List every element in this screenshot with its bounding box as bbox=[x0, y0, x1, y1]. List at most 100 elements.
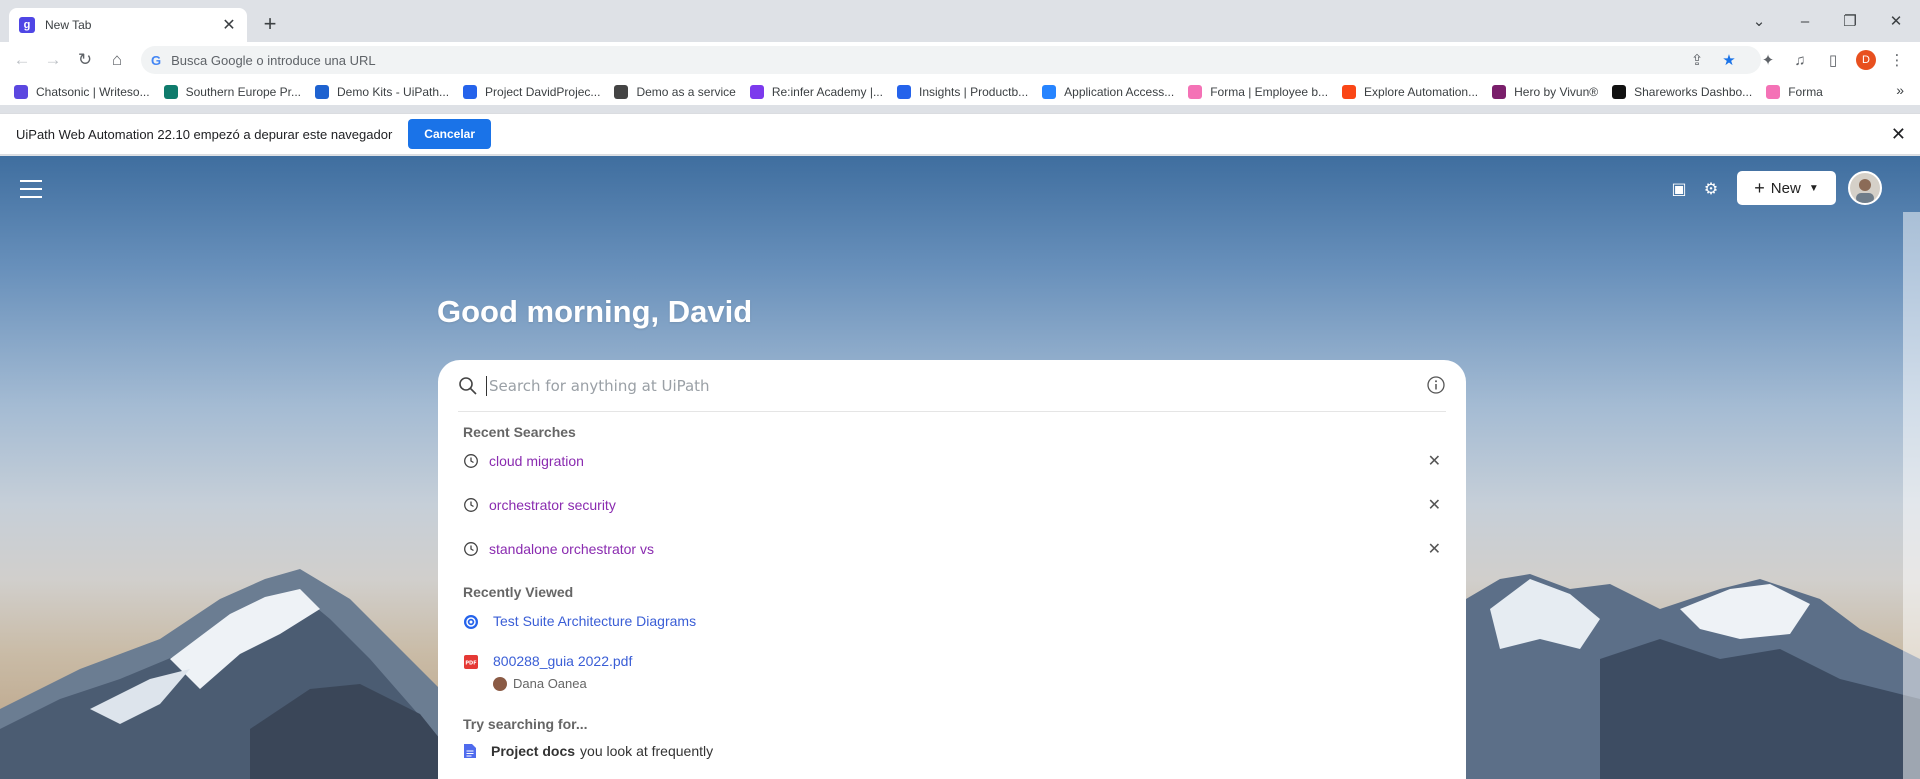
bookmark-favicon-icon bbox=[896, 84, 911, 99]
cancel-button[interactable]: Cancelar bbox=[408, 119, 491, 149]
suggestion-bold: Project docs bbox=[491, 743, 576, 759]
bookmark-item[interactable]: Application Access... bbox=[1042, 84, 1175, 99]
bookmark-item[interactable]: Insights | Productb... bbox=[896, 84, 1029, 99]
recent-search-text: cloud migration bbox=[489, 453, 584, 469]
hamburger-menu-icon[interactable] bbox=[20, 180, 42, 198]
bookmark-label: Explore Automation... bbox=[1364, 84, 1479, 99]
bookmark-label: Hero by Vivun® bbox=[1514, 84, 1599, 99]
bookmark-label: Re:infer Academy |... bbox=[771, 84, 883, 99]
bookmark-label: Demo as a service bbox=[636, 84, 736, 99]
address-placeholder: Busca Google o introduce una URL bbox=[171, 52, 376, 68]
bookmark-star-icon[interactable]: ★ bbox=[1717, 48, 1741, 72]
svg-text:PDF: PDF bbox=[465, 661, 476, 667]
search-panel: Recent Searches cloud migration ✕ orches… bbox=[438, 360, 1466, 779]
bookmark-label: Chatsonic | Writeso... bbox=[36, 84, 150, 99]
address-bar[interactable]: G Busca Google o introduce una URL bbox=[141, 46, 1761, 74]
bookmark-item[interactable]: Explore Automation... bbox=[1342, 84, 1479, 99]
tab-close-icon[interactable]: ✕ bbox=[221, 15, 237, 35]
clock-icon bbox=[464, 454, 478, 468]
restore-button[interactable]: ❐ bbox=[1838, 10, 1862, 34]
bookmark-label: Forma | Employee b... bbox=[1210, 84, 1329, 99]
bookmark-favicon-icon bbox=[1612, 84, 1627, 99]
recent-search-item[interactable]: cloud migration ✕ bbox=[463, 447, 1451, 475]
tab-favicon-icon: g bbox=[19, 17, 35, 33]
bookmark-label: Southern Europe Pr... bbox=[185, 84, 302, 99]
bookmark-item[interactable]: Demo Kits - UiPath... bbox=[315, 84, 450, 99]
info-icon[interactable] bbox=[1426, 375, 1446, 395]
bookmark-item[interactable]: Project DavidProjec... bbox=[463, 84, 601, 99]
more-bookmarks-icon[interactable]: » bbox=[1896, 82, 1904, 98]
media-control-icon[interactable]: ♫ bbox=[1788, 48, 1812, 72]
minimize-button[interactable]: – bbox=[1793, 10, 1817, 34]
tab-title: New Tab bbox=[45, 18, 92, 32]
remove-search-icon[interactable]: ✕ bbox=[1428, 495, 1441, 515]
bookmark-item[interactable]: Demo as a service bbox=[614, 84, 736, 99]
pdf-icon: PDF bbox=[464, 655, 478, 669]
bookmark-favicon-icon bbox=[1492, 84, 1507, 99]
recently-viewed-item[interactable]: PDF 800288_guia 2022.pdf Dana Oanea bbox=[463, 653, 632, 691]
tab-search-icon[interactable]: ⌄ bbox=[1747, 10, 1771, 34]
bookmark-label: Demo Kits - UiPath... bbox=[337, 84, 450, 99]
recently-viewed-title: 800288_guia 2022.pdf bbox=[493, 653, 633, 669]
tab-new-tab[interactable]: g New Tab ✕ bbox=[9, 8, 247, 42]
page-scrollbar[interactable] bbox=[1903, 212, 1920, 779]
bookmark-favicon-icon bbox=[1766, 84, 1781, 99]
bookmark-favicon-icon bbox=[315, 84, 330, 99]
confluence-icon bbox=[464, 615, 478, 629]
back-icon[interactable]: ← bbox=[10, 48, 34, 72]
recent-search-item[interactable]: orchestrator security ✕ bbox=[463, 491, 1451, 519]
extensions-icon[interactable]: ✦ bbox=[1756, 48, 1780, 72]
bookmark-label: Insights | Productb... bbox=[918, 84, 1029, 99]
plus-icon: + bbox=[1754, 177, 1765, 198]
profile-avatar[interactable]: D bbox=[1856, 50, 1876, 70]
settings-gear-icon[interactable]: ⚙ bbox=[1700, 178, 1722, 200]
infobar-close-icon[interactable]: ✕ bbox=[1891, 124, 1906, 145]
tab-strip: g New Tab ✕ + ⌄ – ❐ ✕ bbox=[0, 0, 1920, 42]
side-panel-icon[interactable]: ▯ bbox=[1821, 48, 1845, 72]
remove-search-icon[interactable]: ✕ bbox=[1428, 451, 1441, 471]
close-window-button[interactable]: ✕ bbox=[1884, 10, 1908, 34]
forward-icon[interactable]: → bbox=[41, 48, 65, 72]
bookmark-item[interactable]: Southern Europe Pr... bbox=[163, 84, 302, 99]
bookmark-label: Forma bbox=[1788, 84, 1823, 99]
search-input[interactable] bbox=[486, 375, 1386, 396]
bookmark-item[interactable]: Re:infer Academy |... bbox=[749, 84, 883, 99]
recent-search-text: orchestrator security bbox=[489, 497, 616, 513]
chevron-down-icon: ▼ bbox=[1808, 182, 1819, 194]
greeting-heading: Good morning, David bbox=[437, 294, 753, 329]
bookmark-favicon-icon bbox=[614, 84, 629, 99]
share-icon[interactable]: ⇪ bbox=[1685, 48, 1709, 72]
recent-search-item[interactable]: standalone orchestrator vs ✕ bbox=[463, 535, 1451, 563]
bookmark-favicon-icon bbox=[1188, 84, 1203, 99]
bookmark-label: Project DavidProjec... bbox=[485, 84, 601, 99]
clock-icon bbox=[464, 542, 478, 556]
bookmark-item[interactable]: Shareworks Dashbo... bbox=[1612, 84, 1753, 99]
new-tab-button[interactable]: + bbox=[258, 12, 282, 36]
bookmark-favicon-icon bbox=[163, 84, 178, 99]
background-image-icon[interactable]: ▣ bbox=[1668, 178, 1690, 200]
bookmark-item[interactable]: Forma | Employee b... bbox=[1188, 84, 1329, 99]
google-icon: G bbox=[151, 52, 162, 68]
recently-viewed-item[interactable]: Test Suite Architecture Diagrams bbox=[463, 613, 696, 630]
bookmark-item[interactable]: Forma bbox=[1766, 84, 1823, 99]
try-searching-label: Try searching for... bbox=[463, 716, 588, 732]
browser-toolbar: ← → ↻ ⌂ G Busca Google o introduce una U… bbox=[0, 42, 1920, 78]
user-avatar[interactable] bbox=[1848, 171, 1882, 205]
search-bar bbox=[458, 360, 1446, 412]
suggestion-rest: you look at frequently bbox=[580, 743, 714, 759]
new-button[interactable]: + New ▼ bbox=[1737, 171, 1836, 205]
clock-icon bbox=[464, 498, 478, 512]
search-icon bbox=[459, 376, 477, 395]
bookmark-label: Shareworks Dashbo... bbox=[1634, 84, 1753, 99]
home-icon[interactable]: ⌂ bbox=[105, 48, 129, 72]
bookmark-label: Application Access... bbox=[1064, 84, 1175, 99]
bookmark-item[interactable]: Hero by Vivun® bbox=[1492, 84, 1599, 99]
reload-icon[interactable]: ↻ bbox=[73, 48, 97, 72]
try-search-suggestion[interactable]: Project docs you look at frequently bbox=[463, 743, 713, 759]
remove-search-icon[interactable]: ✕ bbox=[1428, 539, 1441, 559]
menu-icon[interactable]: ⋮ bbox=[1885, 48, 1909, 72]
owner-name: Dana Oanea bbox=[513, 676, 587, 691]
bookmark-item[interactable]: Chatsonic | Writeso... bbox=[14, 84, 150, 99]
owner-avatar bbox=[493, 676, 507, 691]
document-icon bbox=[464, 744, 476, 758]
